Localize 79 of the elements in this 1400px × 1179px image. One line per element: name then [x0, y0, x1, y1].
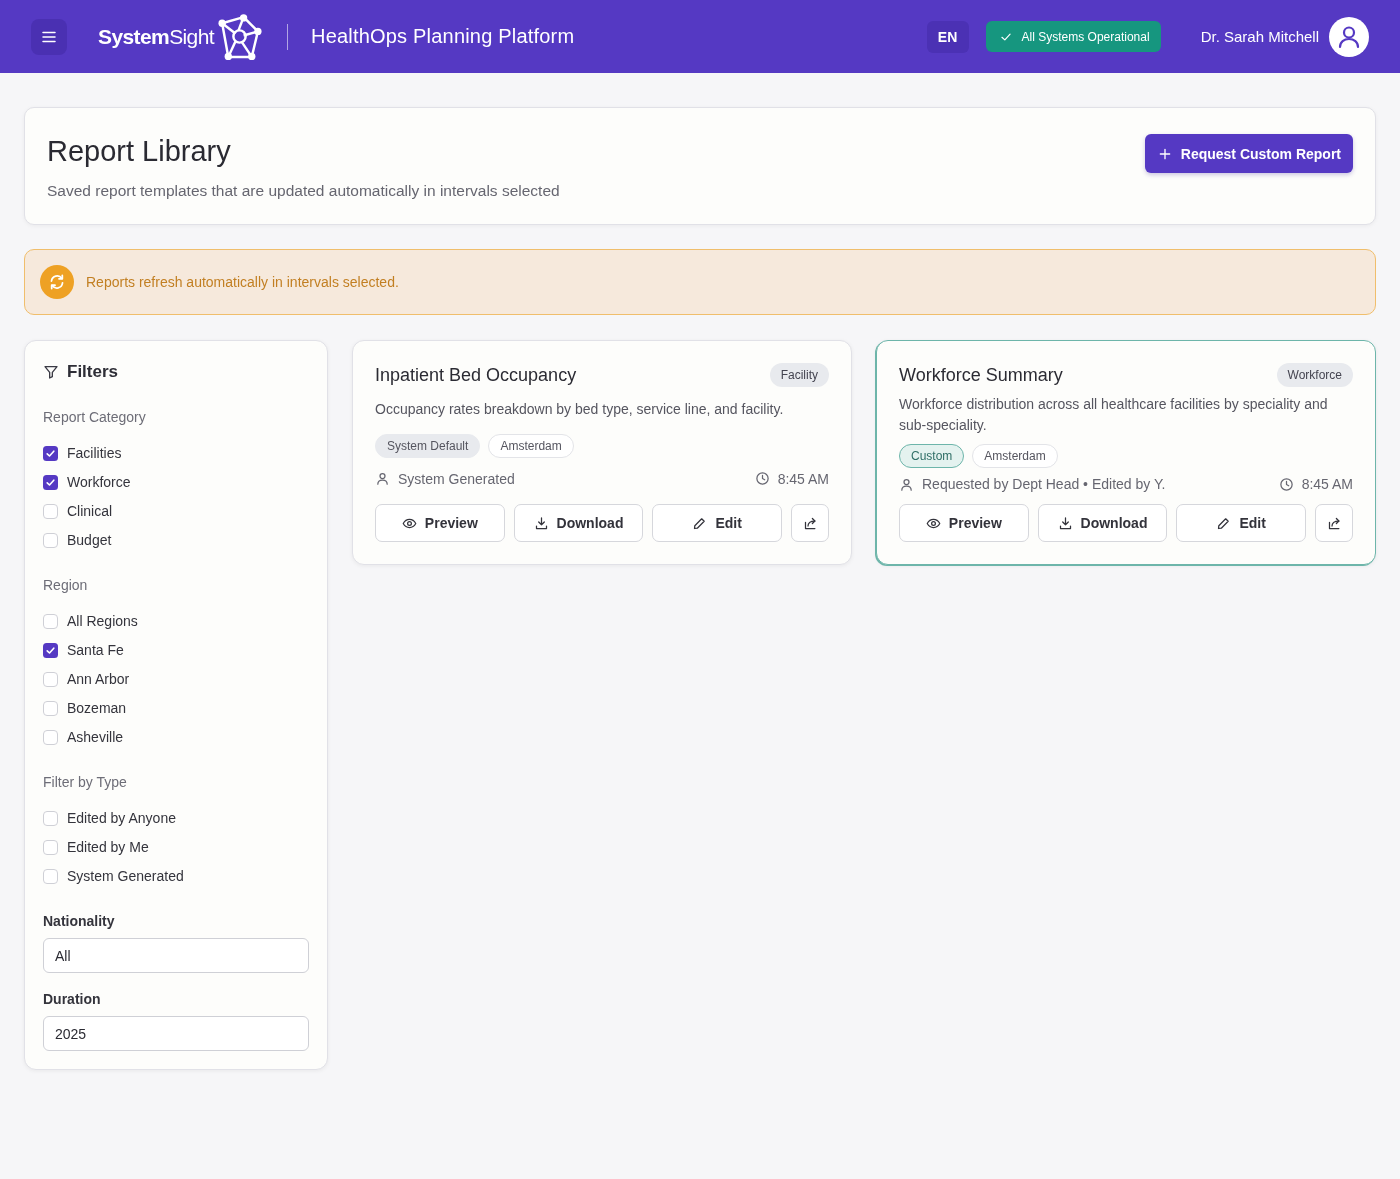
edit-icon — [1216, 515, 1232, 531]
edit-button[interactable]: Edit — [1176, 504, 1306, 542]
status-text: All Systems Operational — [1021, 29, 1150, 44]
refresh-icon — [40, 265, 74, 299]
report-description: Workforce distribution across all healthcare facilities by speciality and sub-speciality. — [899, 395, 1329, 435]
preview-button[interactable]: Preview — [375, 504, 505, 542]
report-card[interactable] — [876, 340, 1376, 565]
download-button[interactable]: Download — [1037, 504, 1168, 542]
clock-icon — [754, 471, 770, 487]
edit-button[interactable]: Edit — [652, 504, 782, 542]
avatar-icon[interactable] — [1329, 16, 1369, 57]
share-icon — [1326, 515, 1342, 531]
checkbox-label[interactable]: Ann Arbor — [67, 671, 130, 687]
page-title: Report Library — [47, 134, 232, 169]
clock-icon — [1278, 476, 1294, 492]
filters-title: Filters — [67, 362, 119, 382]
checkbox-label[interactable]: Santa Fe — [67, 642, 124, 658]
checkbox[interactable] — [43, 700, 58, 716]
checkbox-label[interactable]: Workforce — [67, 474, 131, 490]
checkbox[interactable] — [43, 810, 58, 826]
checkbox[interactable] — [43, 868, 58, 884]
share-button[interactable] — [1315, 504, 1353, 542]
menu-button[interactable] — [31, 18, 67, 55]
share-icon — [802, 515, 818, 531]
report-card[interactable]: Inpatient Bed Occupancy Facility Occupancy rates breakdown by bed type, service line, and facility. System Default Amsterdam System Generated 8:45 AM Preview Download Edit — [352, 340, 852, 565]
input-field[interactable]: 2025 — [43, 1016, 309, 1051]
checkbox-label[interactable]: Budget — [67, 532, 112, 548]
checkbox-label[interactable]: Facilities — [67, 445, 122, 461]
download-icon — [533, 515, 549, 531]
time-text: 8:45 AM — [1301, 476, 1353, 492]
category-tag: Facility — [769, 363, 829, 387]
app-title: HealthOps Planning Platform — [311, 25, 575, 48]
checkbox-label[interactable]: System Generated — [67, 868, 184, 884]
checkbox[interactable] — [43, 642, 58, 658]
checkbox[interactable] — [43, 729, 58, 745]
checkbox[interactable] — [43, 503, 58, 519]
checkbox[interactable] — [43, 445, 58, 461]
filter-group-label: Filter by Type — [43, 773, 128, 792]
user-icon — [899, 476, 914, 492]
tag: Custom — [899, 444, 965, 468]
filter-group-label: Region — [43, 576, 89, 595]
language-button[interactable]: EN — [926, 20, 969, 53]
notice-text: Reports refresh automatically in intervals selected. — [86, 274, 399, 290]
input-field[interactable]: All — [43, 938, 309, 973]
logo-text: SystemSight — [98, 24, 214, 49]
time-text: 8:45 AM — [777, 470, 829, 487]
author-text: System Generated — [398, 470, 515, 487]
download-button[interactable]: Download — [513, 504, 644, 542]
checkbox-label[interactable]: Bozeman — [67, 700, 127, 716]
filter-group-label: Report Category — [43, 408, 147, 427]
checkbox-label[interactable]: Edited by Anyone — [67, 810, 176, 826]
report-description: Occupancy rates breakdown by bed type, service line, and facility. — [375, 400, 785, 420]
author-text: Requested by Dept Head • Edited by Y. — [922, 476, 1166, 492]
field-label: Duration — [43, 990, 102, 1008]
share-button[interactable] — [791, 504, 829, 542]
checkbox[interactable] — [43, 839, 58, 855]
checkbox-label[interactable]: Edited by Me — [67, 839, 149, 855]
checkbox[interactable] — [43, 474, 58, 490]
checkbox[interactable] — [43, 532, 58, 548]
report-title: Workforce Summary — [899, 364, 1063, 387]
user-name[interactable]: Dr. Sarah Mitchell — [1200, 28, 1319, 45]
category-tag: Workforce — [1276, 363, 1353, 387]
user-icon — [375, 471, 390, 487]
checkbox-label[interactable]: All Regions — [67, 613, 138, 629]
page-subtitle: Saved report templates that are updated automatically in intervals selected — [47, 181, 560, 201]
checkbox-label[interactable]: Clinical — [67, 503, 113, 519]
download-icon — [1057, 515, 1073, 531]
checkbox[interactable] — [43, 613, 58, 629]
request-report-button[interactable]: Request Custom Report — [1144, 134, 1353, 173]
field-label: Nationality — [43, 912, 116, 930]
tag: Amsterdam — [972, 444, 1058, 468]
tag: Amsterdam — [488, 433, 574, 458]
tag: System Default — [375, 433, 481, 458]
checkbox-label[interactable]: Asheville — [67, 729, 124, 745]
checkbox[interactable] — [43, 671, 58, 687]
preview-button[interactable]: Preview — [899, 504, 1029, 542]
filter-icon — [43, 364, 59, 380]
report-title: Inpatient Bed Occupancy — [375, 364, 577, 387]
edit-icon — [692, 515, 708, 531]
